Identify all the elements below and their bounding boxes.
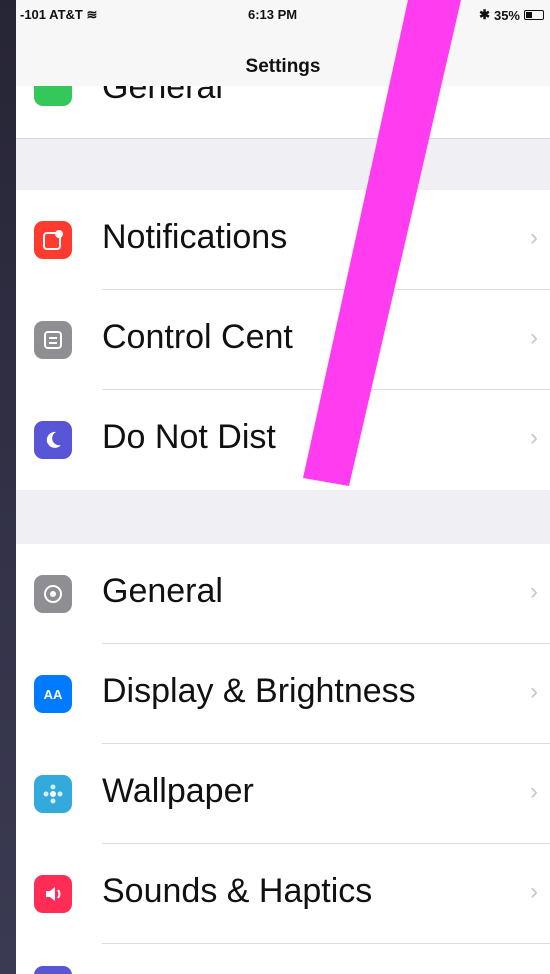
settings-row-label: Wallpaper bbox=[102, 772, 254, 810]
settings-row-next-partial[interactable] bbox=[16, 944, 550, 974]
settings-row-wallpaper[interactable]: Wallpaper › bbox=[16, 744, 550, 844]
settings-row-label: Sounds & Haptics bbox=[102, 872, 373, 910]
settings-row-label: Control Cent bbox=[102, 318, 293, 356]
wifi-icon: ≋ bbox=[86, 7, 98, 22]
control-center-icon bbox=[34, 321, 72, 359]
settings-row-label: General bbox=[102, 572, 223, 610]
settings-group-alerts: Notifications › Control Cent › Do Not Di… bbox=[16, 190, 550, 490]
chevron-right-icon: › bbox=[530, 678, 538, 705]
carrier-signal: -101 AT&T ≋ bbox=[20, 7, 97, 23]
settings-row-sounds-haptics[interactable]: Sounds & Haptics › bbox=[16, 844, 550, 944]
page-title: Settings bbox=[245, 56, 321, 77]
settings-row-general-partial[interactable]: General bbox=[16, 86, 550, 139]
carrier-label: -101 AT&T bbox=[20, 7, 83, 22]
battery-percent: 35% bbox=[493, 7, 520, 23]
settings-row-do-not-disturb[interactable]: Do Not Dist b › bbox=[16, 390, 550, 490]
settings-row-control-center[interactable]: Control Cent › bbox=[16, 290, 550, 390]
chevron-right-icon: › bbox=[530, 424, 538, 451]
settings-row-label: Do Not Dist b bbox=[102, 418, 343, 457]
settings-row-general[interactable]: General › bbox=[16, 544, 550, 644]
chevron-right-icon: › bbox=[530, 224, 538, 251]
status-bar: -101 AT&T ≋ 6:13 PM ✱ 35% bbox=[16, 0, 550, 30]
notifications-icon bbox=[34, 221, 72, 259]
moon-icon bbox=[34, 421, 72, 459]
status-time: 6:13 PM bbox=[248, 7, 298, 22]
navigation-bar: Settings bbox=[16, 30, 550, 87]
chevron-right-icon: › bbox=[530, 778, 538, 805]
next-row-icon bbox=[34, 966, 72, 974]
chevron-right-icon: › bbox=[530, 324, 538, 351]
bluetooth-icon: ✱ bbox=[479, 7, 490, 22]
chevron-right-icon: › bbox=[530, 878, 538, 905]
settings-group-device: General › AA Display & Brightness › Wall… bbox=[16, 544, 550, 974]
settings-row-label: General bbox=[102, 86, 223, 106]
status-right-cluster: ✱ 35% bbox=[479, 7, 544, 23]
chevron-right-icon: › bbox=[530, 578, 538, 605]
wallpaper-icon bbox=[34, 775, 72, 813]
phone-screen: -101 AT&T ≋ 6:13 PM ✱ 35% Settings Gener… bbox=[16, 0, 550, 974]
section-gap bbox=[16, 490, 550, 544]
settings-row-notifications[interactable]: Notifications › bbox=[16, 190, 550, 290]
battery-fill bbox=[526, 12, 532, 18]
settings-row-label: Display & Brightness bbox=[102, 672, 416, 710]
settings-row-label: Notifications bbox=[102, 218, 288, 256]
speaker-icon bbox=[34, 875, 72, 913]
settings-row-display-brightness[interactable]: AA Display & Brightness › bbox=[16, 644, 550, 744]
settings-row-label-main: Do Not Dist bbox=[102, 418, 276, 456]
display-brightness-icon: AA bbox=[34, 675, 72, 713]
general-icon bbox=[34, 86, 72, 106]
gear-icon bbox=[34, 575, 72, 613]
section-gap bbox=[16, 139, 550, 190]
battery-icon bbox=[524, 10, 544, 20]
settings-row-label-tail: b bbox=[323, 418, 343, 456]
